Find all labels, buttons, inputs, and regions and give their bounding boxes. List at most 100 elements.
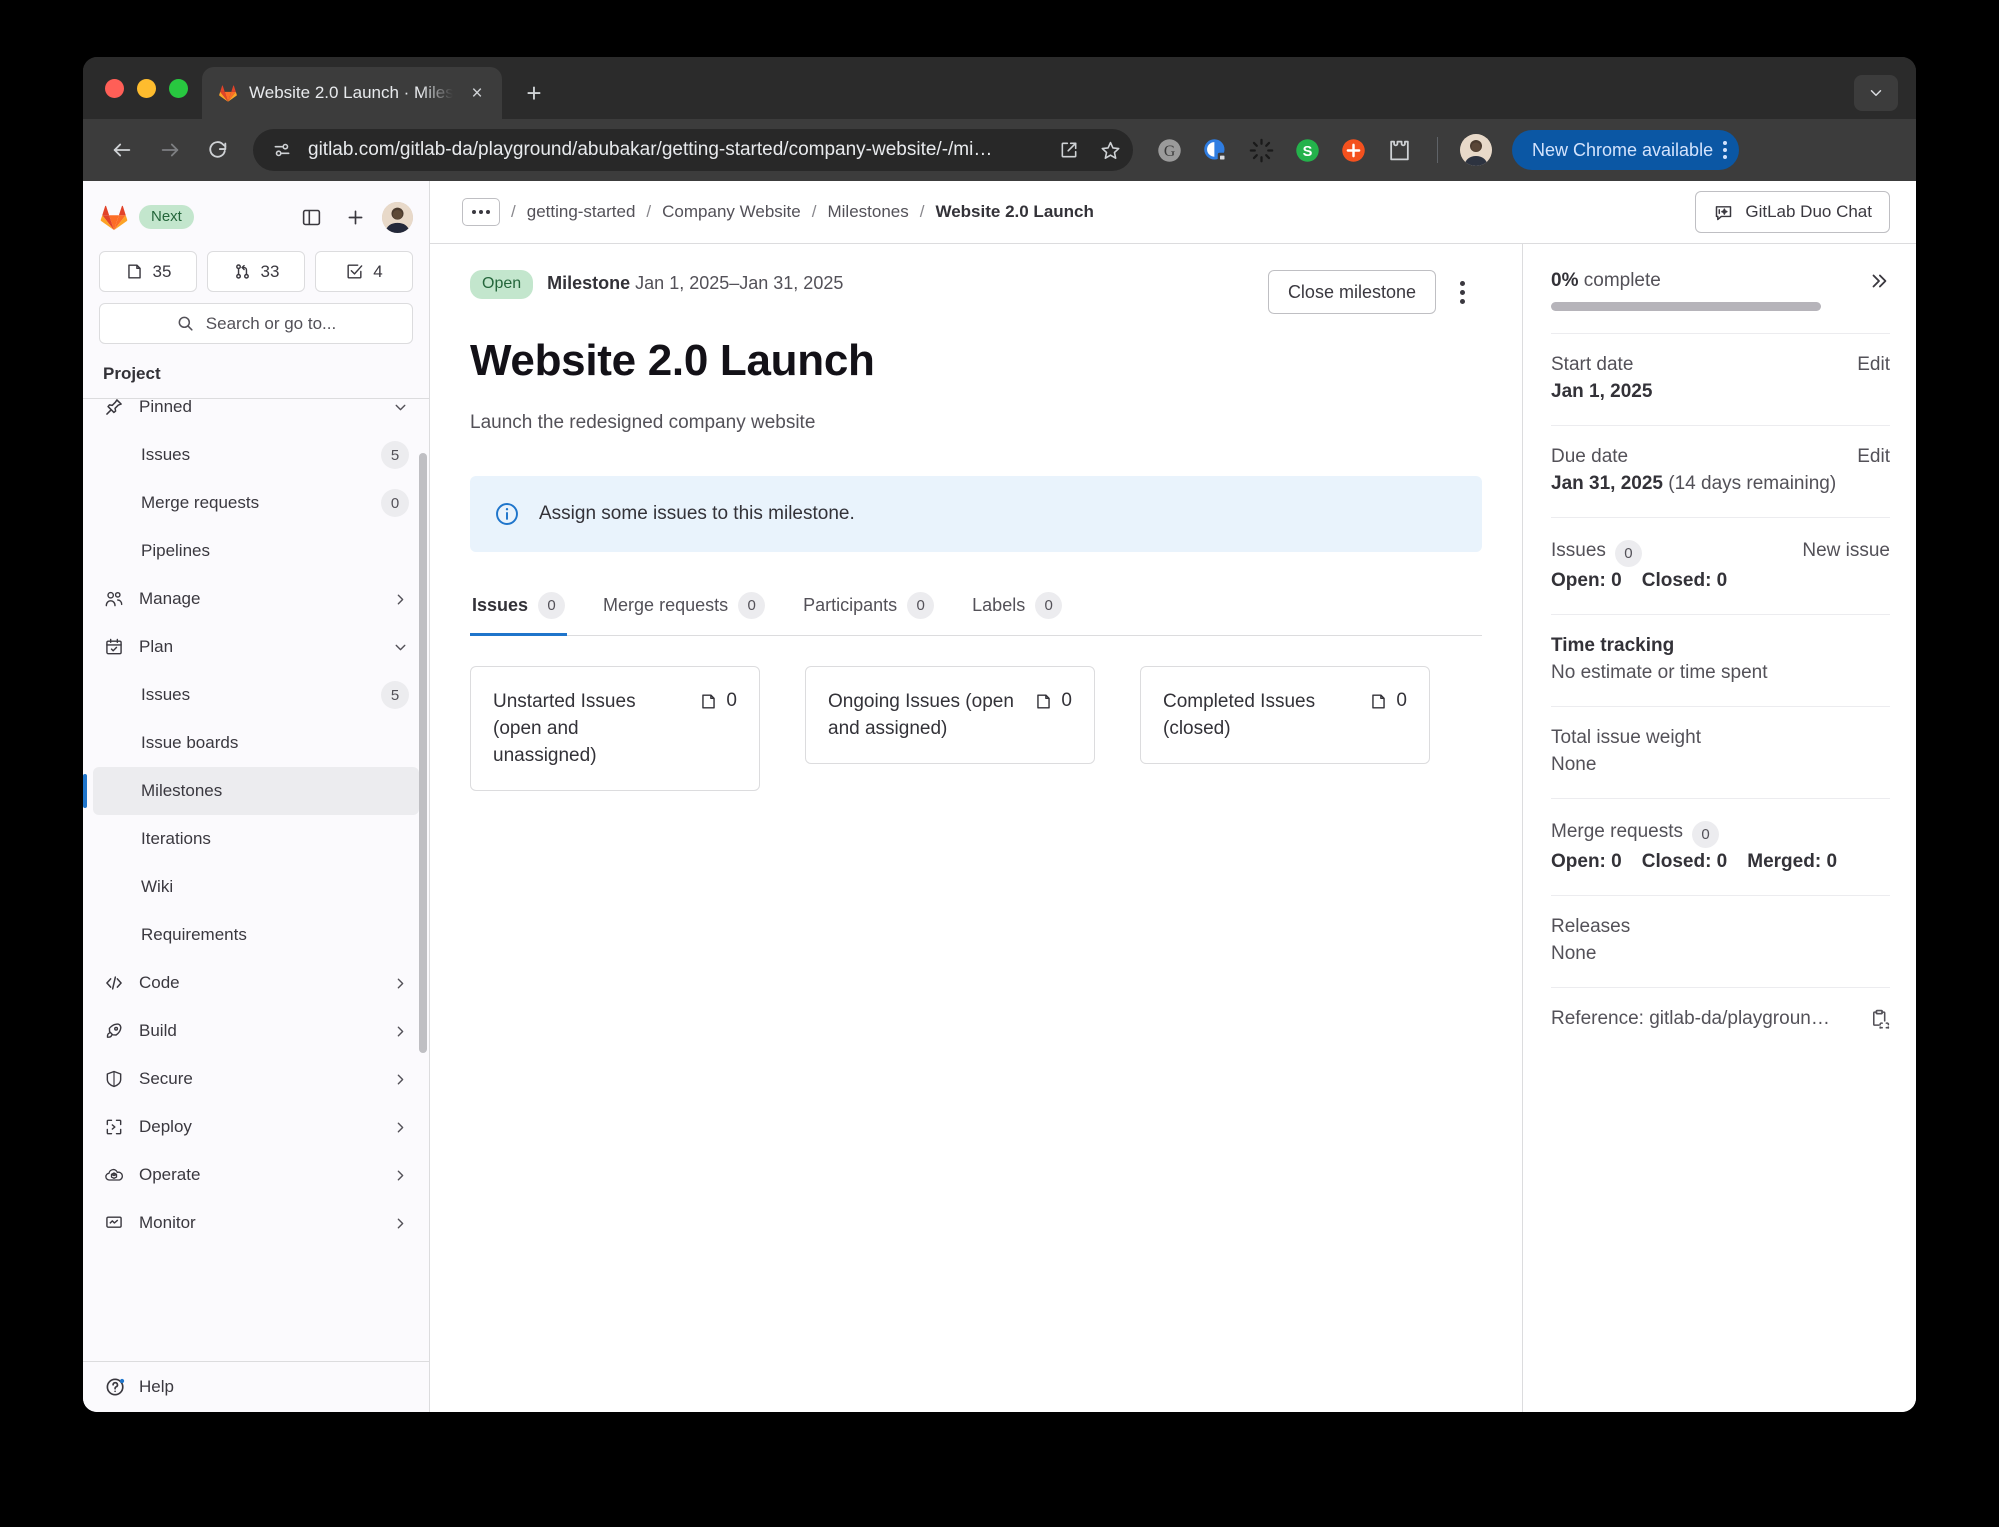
reload-button[interactable] [197, 129, 239, 171]
browser-tab[interactable]: Website 2.0 Launch · Milestor × [202, 67, 502, 119]
sidebar-item-requirements[interactable]: Requirements [93, 911, 419, 959]
issues-counts: Open: 0 Closed: 0 [1551, 570, 1890, 592]
sidebar-item-issues-count: 5 [381, 681, 409, 709]
site-settings-icon[interactable] [267, 135, 297, 165]
toggle-sidebar-icon[interactable] [294, 200, 328, 234]
milestone-date-range: Jan 1, 2025–Jan 31, 2025 [635, 273, 844, 293]
new-chrome-available-button[interactable]: New Chrome available [1512, 130, 1740, 170]
sidebar-item-secure[interactable]: Secure [93, 1055, 419, 1103]
sidebar-help-button[interactable]: Help [83, 1361, 429, 1412]
card-unstarted-issues[interactable]: Unstarted Issues (open and unassigned) 0 [470, 666, 760, 791]
start-date-row: Start date Edit [1551, 354, 1890, 376]
tab-labels-label: Labels [972, 595, 1026, 615]
sidebar-item-issue-boards[interactable]: Issue boards [93, 719, 419, 767]
close-milestone-button[interactable]: Close milestone [1267, 270, 1436, 314]
chevron-right-icon [392, 1023, 409, 1040]
progress-bar [1551, 302, 1821, 311]
breadcrumb-overflow-button[interactable] [462, 198, 500, 226]
sidebar-item-operate[interactable]: Operate [93, 1151, 419, 1199]
breadcrumb-item-milestones[interactable]: Milestones [827, 202, 908, 222]
search-input[interactable]: Search or go to... [99, 303, 413, 344]
lastpass-icon[interactable] [1199, 134, 1231, 166]
sidebar-item-monitor[interactable]: Monitor [93, 1199, 419, 1247]
user-avatar[interactable] [382, 201, 413, 233]
sidebar-item-wiki-label: Wiki [141, 877, 174, 896]
sidebar-item-pinned[interactable]: Pinned [93, 399, 419, 431]
duo-chat-icon [1713, 202, 1734, 223]
sidebar-scrollbar[interactable] [419, 453, 427, 1053]
sidebar-item-wiki[interactable]: Wiki [93, 863, 419, 911]
card-completed-issues[interactable]: Completed Issues (closed) 0 [1140, 666, 1430, 764]
sidebar-item-pinned-issues-label: Issues [141, 445, 191, 464]
sidebar-count-todos[interactable]: 4 [315, 251, 413, 292]
tab-participants[interactable]: Participants 0 [801, 588, 936, 635]
tab-merge-requests[interactable]: Merge requests 0 [601, 588, 767, 635]
milestone-more-actions-button[interactable] [1442, 272, 1482, 312]
svg-text:G: G [1163, 143, 1174, 160]
main-column: / getting-started / Company Website / Mi… [430, 181, 1916, 1412]
breadcrumb-item-company-website[interactable]: Company Website [662, 202, 801, 222]
sidebar-item-build-label: Build [139, 1021, 177, 1040]
back-button[interactable] [101, 129, 143, 171]
merge-requests-open-count: Open: 0 [1551, 851, 1622, 872]
bookmark-star-icon[interactable] [1095, 135, 1125, 165]
grammarly-icon[interactable]: G [1153, 134, 1185, 166]
due-date-label: Due date [1551, 446, 1629, 467]
tab-labels-count: 0 [1035, 592, 1063, 619]
collapse-sidebar-button[interactable] [1868, 270, 1890, 292]
merge-requests-row: Merge requests 0 [1551, 819, 1890, 848]
copy-reference-button[interactable] [1868, 1008, 1890, 1030]
window-traffic-lights [101, 57, 202, 119]
card-ongoing-issues[interactable]: Ongoing Issues (open and assigned) 0 [805, 666, 1095, 764]
profile-avatar[interactable] [1460, 134, 1492, 166]
milestone-status-row: Open Milestone Jan 1, 2025–Jan 31, 2025 … [470, 270, 1482, 314]
sidebar-item-plan[interactable]: Plan [93, 623, 419, 671]
share-icon[interactable] [1054, 135, 1084, 165]
sidebar-item-issues[interactable]: Issues 5 [93, 671, 419, 719]
sanebox-icon[interactable]: S [1291, 134, 1323, 166]
sidebar-item-code[interactable]: Code [93, 959, 419, 1007]
sidebar-item-requirements-label: Requirements [141, 925, 247, 944]
puzzle-extensions-icon[interactable] [1383, 134, 1415, 166]
gitlab-duo-chat-button[interactable]: GitLab Duo Chat [1695, 191, 1890, 233]
sidebar-item-pinned-merge-requests[interactable]: Merge requests 0 [93, 479, 419, 527]
chrome-menu-icon[interactable] [1723, 141, 1728, 159]
sidebar-item-manage[interactable]: Manage [93, 575, 419, 623]
sidebar-item-milestones[interactable]: Milestones [83, 767, 419, 815]
due-date-edit-button[interactable]: Edit [1857, 446, 1890, 468]
new-tab-button[interactable]: + [514, 73, 554, 113]
forward-button[interactable] [149, 129, 191, 171]
start-date-edit-button[interactable]: Edit [1857, 354, 1890, 376]
sidebar-count-merge-requests[interactable]: 33 [207, 251, 305, 292]
new-issue-button[interactable]: New issue [1802, 540, 1890, 562]
sidebar-item-pipelines[interactable]: Pipelines [93, 527, 419, 575]
loading-spinner-icon[interactable] [1245, 134, 1277, 166]
tab-labels[interactable]: Labels 0 [970, 588, 1064, 635]
url-text: gitlab.com/gitlab-da/playground/abubakar… [308, 139, 993, 160]
gitlab-sidebar: Next 35 33 4 Search or go to... Project … [83, 181, 430, 1412]
sidebar-item-deploy[interactable]: Deploy [93, 1103, 419, 1151]
breadcrumb-item-getting-started[interactable]: getting-started [527, 202, 636, 222]
close-window-button[interactable] [105, 78, 124, 98]
sidebar-item-pinned-issues[interactable]: Issues 5 [93, 431, 419, 479]
plus-circle-icon[interactable] [1337, 134, 1369, 166]
total-issue-weight-value: None [1551, 754, 1597, 775]
sidebar-count-issues[interactable]: 35 [99, 251, 197, 292]
shield-icon [103, 1068, 125, 1090]
browser-extensions: G S [1153, 134, 1492, 166]
sidebar-item-iterations[interactable]: Iterations [93, 815, 419, 863]
minimize-window-button[interactable] [137, 78, 156, 98]
search-placeholder: Search or go to... [205, 313, 337, 333]
tab-issues-count: 0 [538, 592, 566, 619]
merge-request-icon [233, 262, 252, 281]
browser-toolbar: gitlab.com/gitlab-da/playground/abubakar… [83, 119, 1916, 181]
issues-label: Issues [1551, 540, 1606, 561]
maximize-window-button[interactable] [169, 78, 188, 98]
close-tab-button[interactable]: × [464, 80, 490, 106]
address-bar[interactable]: gitlab.com/gitlab-da/playground/abubakar… [253, 129, 1133, 171]
gitlab-logo-icon[interactable] [99, 202, 129, 232]
tab-issues[interactable]: Issues 0 [470, 588, 568, 636]
create-new-icon[interactable] [338, 200, 372, 234]
sidebar-item-build[interactable]: Build [93, 1007, 419, 1055]
tab-search-button[interactable] [1854, 75, 1898, 111]
